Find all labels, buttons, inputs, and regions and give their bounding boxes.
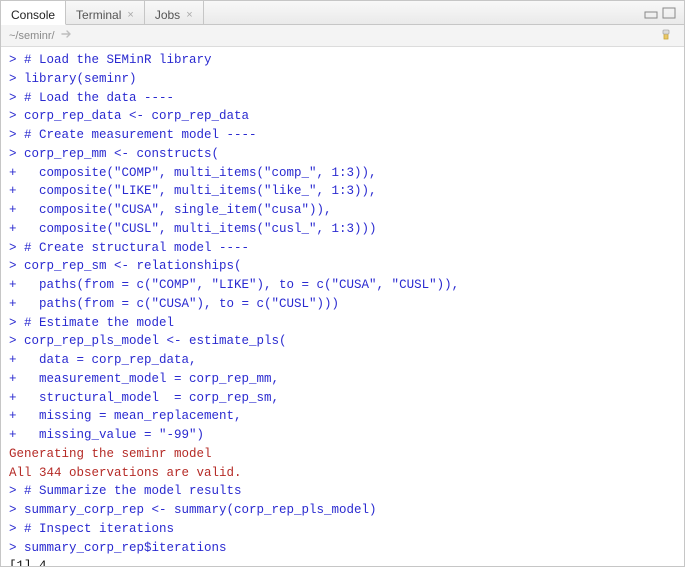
console-line: + composite("COMP", multi_items("comp_",…: [9, 164, 676, 183]
console-line: + composite("LIKE", multi_items("like_",…: [9, 182, 676, 201]
console-line: > # Summarize the model results: [9, 482, 676, 501]
console-line: > # Create structural model ----: [9, 239, 676, 258]
console-line: > # Load the SEMinR library: [9, 51, 676, 70]
console-line: + measurement_model = corp_rep_mm,: [9, 370, 676, 389]
working-dir-path: ~/seminr/: [9, 30, 55, 42]
console-line: > # Estimate the model: [9, 314, 676, 333]
maximize-pane-icon[interactable]: [662, 7, 678, 19]
tab-label: Terminal: [76, 8, 121, 22]
console-line: > corp_rep_sm <- relationships(: [9, 257, 676, 276]
console-line: > summary_corp_rep <- summary(corp_rep_p…: [9, 501, 676, 520]
console-pane: Console Terminal × Jobs × ~/seminr/: [0, 0, 685, 567]
console-line: [1] 4: [9, 557, 676, 566]
working-dir-bar: ~/seminr/: [1, 25, 684, 47]
console-line: + composite("CUSL", multi_items("cusl_",…: [9, 220, 676, 239]
console-line: > # Create measurement model ----: [9, 126, 676, 145]
console-line: > # Load the data ----: [9, 89, 676, 108]
minimize-pane-icon[interactable]: [644, 7, 660, 19]
console-line: + structural_model = corp_rep_sm,: [9, 389, 676, 408]
console-line: + composite("CUSA", single_item("cusa"))…: [9, 201, 676, 220]
console-line: > summary_corp_rep$iterations: [9, 539, 676, 558]
console-line: Generating the seminr model: [9, 445, 676, 464]
tab-bar: Console Terminal × Jobs ×: [1, 1, 684, 25]
tab-jobs[interactable]: Jobs ×: [145, 1, 204, 24]
close-icon[interactable]: ×: [127, 9, 133, 21]
console-line: + missing_value = "-99"): [9, 426, 676, 445]
pane-window-controls: [644, 1, 684, 24]
go-arrow-icon[interactable]: [61, 29, 73, 42]
tab-label: Jobs: [155, 8, 180, 22]
console-line: > library(seminr): [9, 70, 676, 89]
console-line: > corp_rep_data <- corp_rep_data: [9, 107, 676, 126]
console-line: + data = corp_rep_data,: [9, 351, 676, 370]
console-line: > # Inspect iterations: [9, 520, 676, 539]
console-line: All 344 observations are valid.: [9, 464, 676, 483]
clear-console-icon[interactable]: [658, 27, 676, 44]
console-line: + missing = mean_replacement,: [9, 407, 676, 426]
console-output[interactable]: > # Load the SEMinR library> library(sem…: [1, 47, 684, 566]
console-line: + paths(from = c("COMP", "LIKE"), to = c…: [9, 276, 676, 295]
tab-label: Console: [11, 8, 55, 22]
console-line: > corp_rep_mm <- constructs(: [9, 145, 676, 164]
console-line: + paths(from = c("CUSA"), to = c("CUSL")…: [9, 295, 676, 314]
tab-terminal[interactable]: Terminal ×: [66, 1, 145, 24]
tab-console[interactable]: Console: [1, 1, 66, 25]
close-icon[interactable]: ×: [186, 9, 192, 21]
console-line: > corp_rep_pls_model <- estimate_pls(: [9, 332, 676, 351]
